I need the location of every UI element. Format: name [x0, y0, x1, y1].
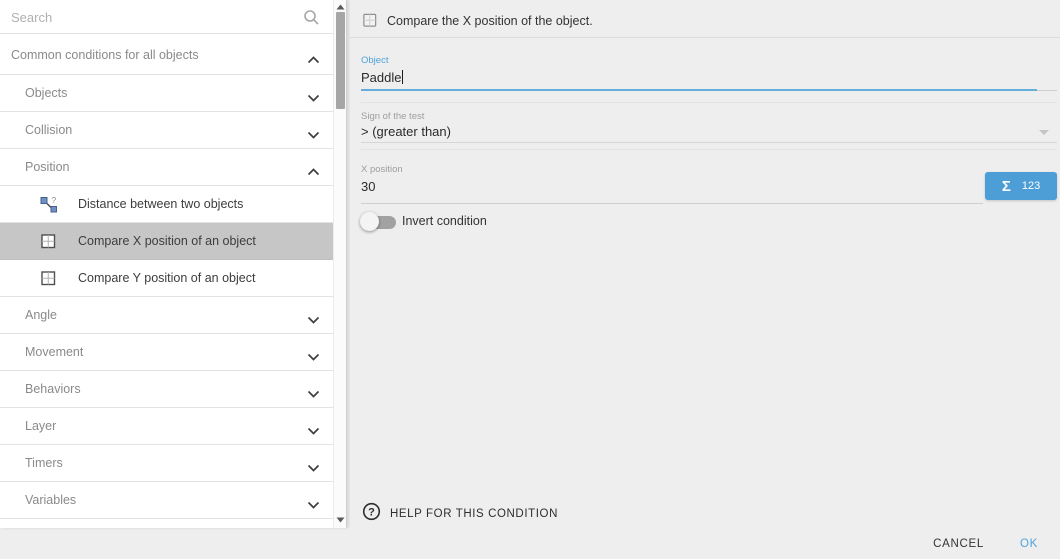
sidebar-item-label: Distance between two objects: [78, 197, 243, 211]
sidebar-item-label: Timers: [25, 456, 63, 470]
sidebar-item-label: Behaviors: [25, 382, 81, 396]
sidebar-item-label: Angle: [25, 308, 57, 322]
compare-position-icon: [40, 233, 57, 250]
search-icon: [303, 9, 320, 26]
help-button-label: HELP FOR THIS CONDITION: [390, 508, 558, 520]
search-row: [0, 0, 346, 34]
scroll-down-icon[interactable]: [334, 514, 347, 526]
sidebar-scrollbar[interactable]: [333, 0, 346, 528]
sidebar-item-timers[interactable]: Timers: [0, 445, 334, 482]
sign-field-label: Sign of the test: [361, 111, 424, 122]
chevron-down-icon: [307, 89, 320, 97]
ok-button[interactable]: OK: [1020, 538, 1038, 550]
sidebar-item-compare-y-position-of-an-object[interactable]: Compare Y position of an object: [0, 260, 334, 297]
numbers-icon: 123: [1022, 180, 1040, 192]
distance-icon: ?: [40, 196, 57, 213]
chevron-down-icon: [307, 459, 320, 467]
compare-position-icon: [362, 12, 378, 28]
cancel-button[interactable]: CANCEL: [933, 538, 984, 550]
sign-field-block: Sign of the test > (greater than): [361, 104, 1057, 150]
sidebar-item-label: Objects: [25, 86, 67, 100]
chevron-down-icon: [307, 311, 320, 319]
sidebar-item-position[interactable]: Position: [0, 149, 334, 186]
object-field-underline: [361, 89, 1057, 91]
chevron-up-icon: [307, 163, 320, 171]
svg-text:?: ?: [52, 196, 57, 206]
conditions-list: Common conditions for all objects Objects…: [0, 35, 334, 519]
condition-header: Compare the X position of the object.: [350, 0, 1060, 38]
invert-condition-toggle[interactable]: [361, 208, 397, 232]
sidebar-item-common-conditions-for-all-objects[interactable]: Common conditions for all objects: [0, 35, 334, 75]
text-cursor: [402, 70, 403, 84]
scrollbar-thumb[interactable]: [336, 12, 345, 109]
chevron-up-icon: [307, 51, 320, 59]
object-field-label: Object: [361, 55, 388, 66]
condition-detail-panel: Compare the X position of the object. Ob…: [350, 0, 1060, 559]
sidebar-item-label: Layer: [25, 419, 56, 433]
sidebar-item-compare-x-position-of-an-object[interactable]: Compare X position of an object: [0, 223, 334, 260]
sigma-icon: Σ: [1002, 178, 1011, 195]
sidebar-item-objects[interactable]: Objects: [0, 75, 334, 112]
chevron-down-icon: [307, 348, 320, 356]
help-button[interactable]: ? HELP FOR THIS CONDITION: [362, 503, 558, 525]
sidebar-item-label: Movement: [25, 345, 83, 359]
help-question-icon: ?: [362, 502, 381, 526]
sidebar-item-distance-between-two-objects[interactable]: Distance between two objects?: [0, 186, 334, 223]
object-field-block: Object Paddle: [361, 38, 1057, 103]
sign-select[interactable]: > (greater than): [361, 124, 451, 139]
toggle-knob: [360, 212, 379, 231]
expression-editor-button[interactable]: Σ 123: [985, 172, 1057, 200]
chevron-down-icon[interactable]: [1039, 130, 1049, 135]
chevron-down-icon: [307, 496, 320, 504]
conditions-sidebar: Common conditions for all objects Objects…: [0, 0, 347, 528]
sidebar-item-label: Compare X position of an object: [78, 234, 256, 248]
sidebar-item-movement[interactable]: Movement: [0, 334, 334, 371]
sidebar-item-label: Compare Y position of an object: [78, 271, 255, 285]
sidebar-item-label: Common conditions for all objects: [11, 48, 199, 62]
x-position-field-label: X position: [361, 164, 403, 175]
chevron-down-icon: [307, 385, 320, 393]
search-input[interactable]: [11, 5, 291, 29]
invert-condition-row: Invert condition: [361, 208, 661, 236]
sidebar-item-layer[interactable]: Layer: [0, 408, 334, 445]
sign-field-underline: [361, 142, 1057, 143]
condition-title: Compare the X position of the object.: [387, 14, 593, 28]
chevron-down-icon: [307, 422, 320, 430]
compare-position-icon: [40, 270, 57, 287]
x-position-field-underline: [361, 203, 983, 204]
x-position-input[interactable]: 30: [361, 179, 375, 194]
sidebar-item-variables[interactable]: Variables: [0, 482, 334, 519]
invert-condition-label: Invert condition: [402, 214, 487, 228]
dialog-actions: CANCEL OK: [933, 538, 1038, 550]
sidebar-item-label: Variables: [25, 493, 76, 507]
sidebar-item-label: Collision: [25, 123, 72, 137]
sidebar-item-label: Position: [25, 160, 69, 174]
object-field-input[interactable]: Paddle: [361, 70, 403, 85]
sidebar-item-collision[interactable]: Collision: [0, 112, 334, 149]
condition-editor-dialog: Common conditions for all objects Objects…: [0, 0, 1060, 559]
sidebar-item-angle[interactable]: Angle: [0, 297, 334, 334]
x-position-field-block: X position 30 Σ 123: [361, 151, 1057, 213]
svg-text:?: ?: [368, 506, 375, 518]
chevron-down-icon: [307, 126, 320, 134]
sidebar-item-behaviors[interactable]: Behaviors: [0, 371, 334, 408]
